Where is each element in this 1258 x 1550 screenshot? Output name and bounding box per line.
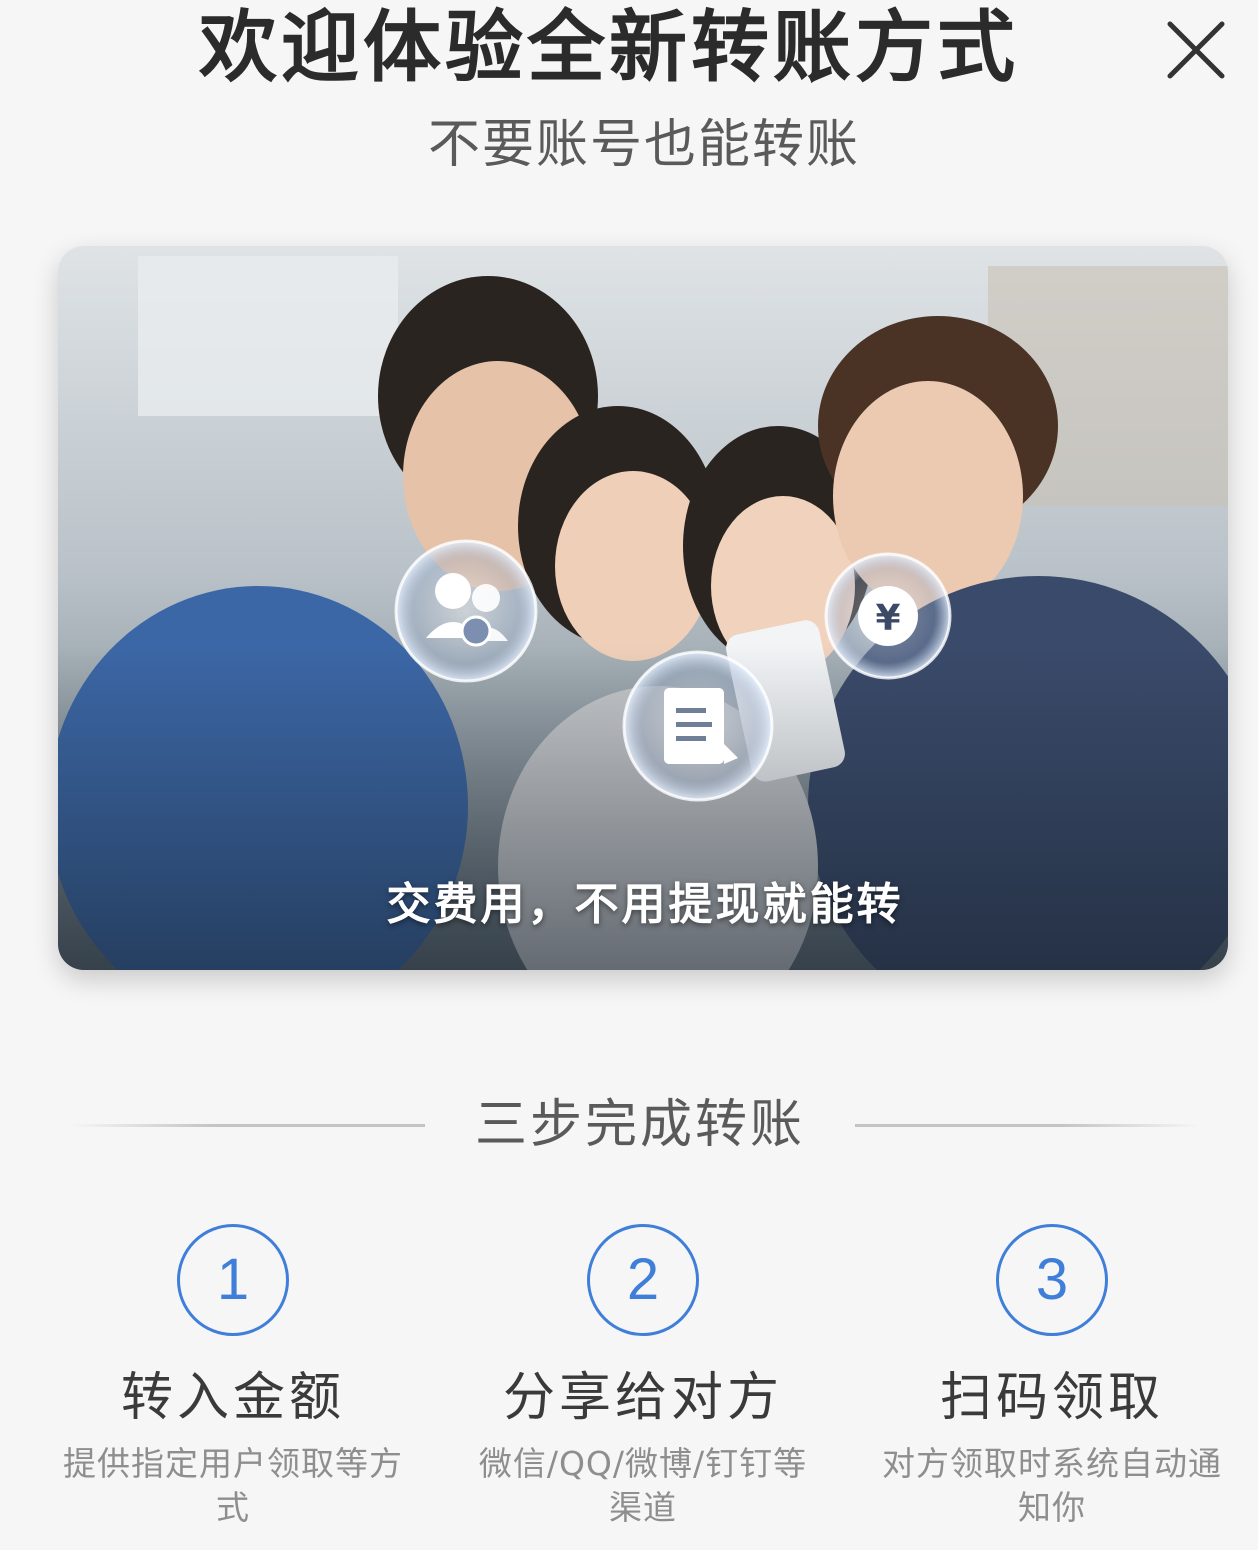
- document-icon: [622, 650, 774, 802]
- close-button[interactable]: [1160, 14, 1232, 86]
- page-title: 欢迎体验全新转账方式: [198, 3, 1019, 93]
- steps-heading: 三步完成转账: [474, 1095, 805, 1155]
- svg-text:¥: ¥: [875, 598, 900, 639]
- step-title: 转入金额: [120, 1368, 345, 1428]
- transfer-intro-page: 欢迎体验全新转账方式 不要账号也能转账 ¥ 交费用，不用提现就能转 三步完成转账…: [0, 0, 1258, 1550]
- step-title: 分享给对方: [502, 1368, 783, 1428]
- step-number-badge: 2: [587, 1224, 699, 1336]
- close-icon: [1167, 21, 1225, 79]
- users-money-icon: [394, 539, 538, 683]
- step-2: 2 分享给对方 微信/QQ/微博/钉钉等渠道: [443, 1224, 843, 1530]
- page-subtitle: 不要账号也能转账: [427, 115, 860, 175]
- steps-divider: 三步完成转账: [0, 1090, 1258, 1160]
- step-1: 1 转入金额 提供指定用户领取等方式: [33, 1224, 433, 1530]
- yuan-icon: ¥: [824, 552, 952, 680]
- promo-banner[interactable]: ¥: [58, 246, 1228, 970]
- banner-photo: ¥: [58, 246, 1228, 970]
- banner-caption: 交费用，不用提现就能转: [386, 879, 904, 930]
- step-number-badge: 1: [177, 1224, 289, 1336]
- step-description: 对方领取时系统自动通知你: [882, 1444, 1222, 1527]
- step-description: 微信/QQ/微博/钉钉等渠道: [478, 1444, 808, 1527]
- divider-line-left: [70, 1124, 425, 1127]
- step-3: 3 扫码领取 对方领取时系统自动通知你: [852, 1224, 1252, 1530]
- step-title: 扫码领取: [939, 1368, 1164, 1428]
- divider-line-right: [855, 1124, 1200, 1127]
- step-description: 提供指定用户领取等方式: [63, 1444, 403, 1527]
- step-number-badge: 3: [996, 1224, 1108, 1336]
